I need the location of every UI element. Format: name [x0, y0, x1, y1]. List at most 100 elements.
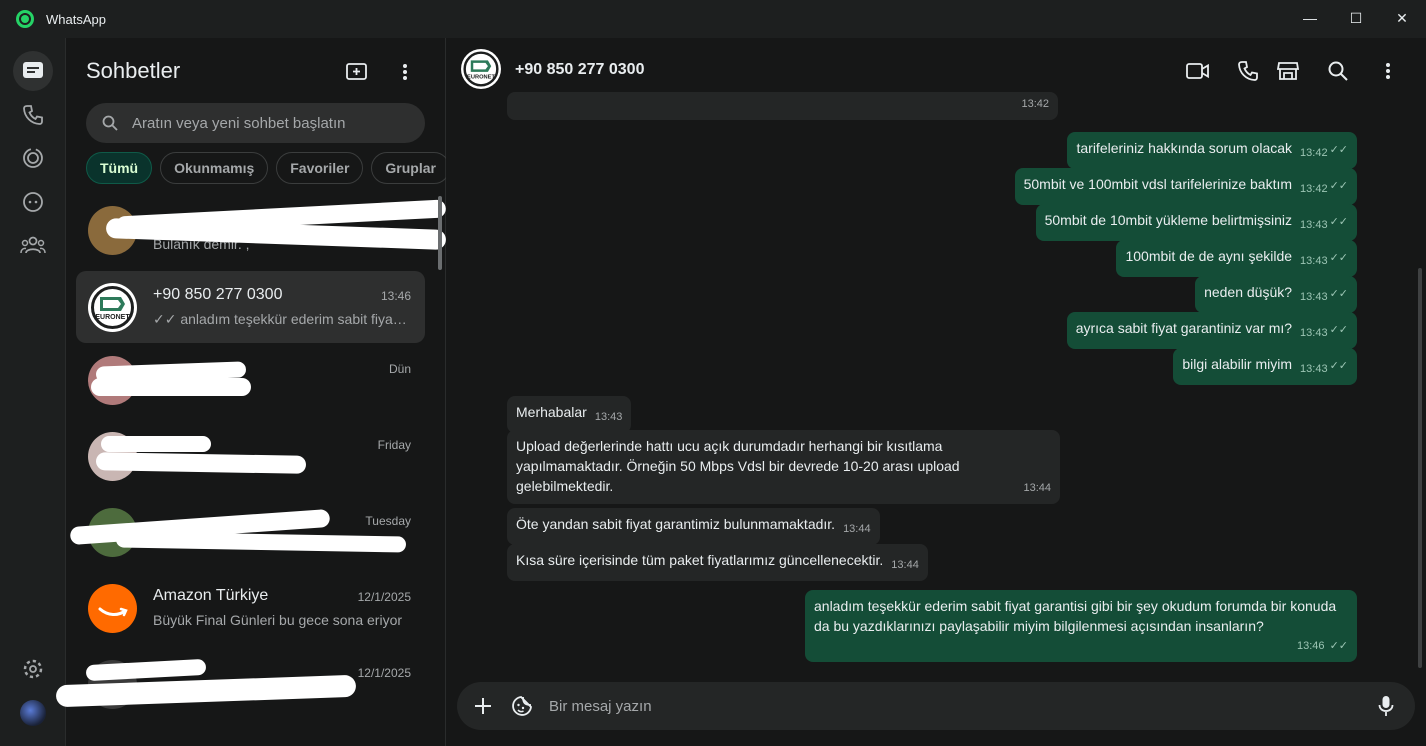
read-ticks-icon: ✓✓ [1329, 360, 1348, 372]
read-ticks-icon: ✓✓ [1329, 144, 1348, 156]
chat-time: Friday [377, 438, 411, 452]
redaction-mark [101, 436, 211, 452]
chat-name: Amazon Türkiye [153, 587, 269, 604]
chat-time: Dün [388, 362, 411, 376]
conversation-menu-icon[interactable] [1375, 58, 1401, 84]
message-time-block: 13:46 ✓✓ [1297, 636, 1348, 656]
chat-name: +90 850 277 0300 [153, 286, 283, 303]
filter-all[interactable]: Tümü [86, 152, 153, 184]
message-text: tarifeleriniz hakkında sorum olacak [1076, 140, 1293, 156]
conversation-panel: EURONET +90 850 277 0300 13:42 tarifeler… [446, 38, 1426, 746]
message-text: Merhabalar [516, 404, 587, 420]
message-text: anladım teşekkür ederim sabit fiyat gara… [814, 598, 1337, 634]
microphone-icon[interactable] [1374, 694, 1398, 718]
message-bubble-out[interactable]: neden düşük? 13:43 ✓✓ [1195, 276, 1357, 313]
whatsapp-logo-icon [16, 10, 34, 28]
filter-favorites[interactable]: Favoriler [276, 152, 364, 184]
read-ticks-icon: ✓✓ [1329, 288, 1348, 300]
close-button[interactable]: ✕ [1382, 4, 1422, 32]
message-text: Öte yandan sabit fiyat garantimiz bulunm… [516, 516, 836, 532]
chat-time: 13:46 [380, 289, 411, 303]
read-ticks-icon: ✓✓ [1329, 324, 1348, 336]
contact-name[interactable]: +90 850 277 0300 [515, 61, 644, 79]
status-icon[interactable] [13, 138, 53, 178]
minimize-button[interactable]: — [1290, 4, 1330, 32]
chat-item[interactable]: Dün [76, 344, 425, 416]
chat-item[interactable]: Tuesday [69, 496, 425, 568]
message-time: 13:42 [1300, 183, 1328, 195]
catalog-store-icon[interactable] [1275, 58, 1301, 84]
chats-icon[interactable] [13, 51, 53, 91]
message-bubble-in[interactable]: 13:42 [507, 92, 1058, 120]
message-bubble-out[interactable]: 50mbit ve 100mbit vdsl tarifelerinize ba… [1014, 168, 1357, 205]
message-text: bilgi alabilir miyim [1182, 356, 1293, 372]
message-bubble-in[interactable]: Öte yandan sabit fiyat garantimiz bulunm… [507, 508, 880, 545]
channels-icon[interactable] [13, 182, 53, 222]
message-time: 13:44 [1023, 482, 1051, 494]
message-bubble-in[interactable]: Kısa süre içerisinde tüm paket fiyatları… [507, 544, 928, 581]
message-bubble-out[interactable]: bilgi alabilir miyim 13:43 ✓✓ [1173, 348, 1357, 385]
attach-plus-icon[interactable] [471, 694, 495, 718]
chat-time: 12/1/2025 [357, 666, 411, 680]
search-chat-icon[interactable] [1325, 58, 1351, 84]
sticker-emoji-icon[interactable] [510, 694, 534, 718]
read-ticks-icon: ✓✓ [1329, 252, 1348, 264]
chat-item-euronet[interactable]: EURONET +90 850 277 0300 13:46 ✓✓ anladı… [76, 271, 425, 343]
filter-unread[interactable]: Okunmamış [160, 152, 269, 184]
message-text: 50mbit de 10mbit yükleme belirtmişsiniz [1044, 212, 1293, 228]
search-input[interactable] [132, 103, 412, 143]
menu-icon[interactable] [391, 58, 419, 86]
voice-call-icon[interactable] [1235, 58, 1261, 84]
message-text: 50mbit ve 100mbit vdsl tarifelerinize ba… [1023, 176, 1293, 192]
settings-icon[interactable] [13, 649, 53, 689]
message-time: 13:43 [1300, 327, 1328, 339]
chat-time: 12/1/2025 [357, 590, 411, 604]
message-input[interactable] [549, 682, 1339, 730]
message-bubble-out[interactable]: 50mbit de 10mbit yükleme belirtmişsiniz 1… [1035, 204, 1357, 241]
message-time: 13:44 [843, 523, 871, 535]
message-text: neden düşük? [1204, 284, 1293, 300]
message-bubble-out[interactable]: ayrıca sabit fiyat garantiniz var mı? 13:… [1066, 312, 1357, 349]
read-ticks-icon: ✓✓ [1329, 180, 1348, 192]
message-time: 13:43 [1300, 291, 1328, 303]
filter-groups[interactable]: Gruplar [371, 152, 450, 184]
new-chat-icon[interactable] [343, 58, 371, 86]
profile-avatar[interactable] [13, 693, 53, 733]
video-call-icon[interactable] [1185, 58, 1211, 84]
message-bubble-out[interactable]: 100mbit de de aynı şekilde 13:43 ✓✓ [1116, 240, 1357, 277]
chat-item-amazon[interactable]: Amazon Türkiye 12/1/2025 Büyük Final Gün… [76, 572, 425, 644]
message-bubble-out[interactable]: anladım teşekkür ederim sabit fiyat gara… [805, 590, 1357, 662]
message-time: 13:42 [1021, 98, 1049, 110]
message-bubble-in[interactable]: Merhabalar 13:43 [507, 396, 632, 433]
navigation-rail [0, 38, 66, 746]
message-text: ayrıca sabit fiyat garantiniz var mı? [1075, 320, 1293, 336]
filter-chips: Tümü Okunmamış Favoriler Gruplar [86, 152, 450, 184]
redaction-mark [115, 531, 407, 553]
message-time: 13:43 [1300, 255, 1328, 267]
communities-icon[interactable] [13, 225, 53, 265]
message-bubble-in[interactable]: Upload değerlerinde hattı ucu açık durum… [507, 430, 1060, 504]
message-time: 13:42 [1300, 147, 1328, 159]
message-text: 100mbit de de aynı şekilde [1125, 248, 1293, 264]
chat-list-panel: Sohbetler Tümü Okunmamış Favoriler Grupl… [55, 38, 450, 746]
calls-icon[interactable] [13, 95, 53, 135]
chat-list-scrollbar[interactable] [438, 196, 442, 270]
message-bubble-out[interactable]: tarifeleriniz hakkında sorum olacak 13:42… [1067, 132, 1357, 169]
message-time: 13:46 [1296, 640, 1325, 652]
search-icon [102, 115, 118, 136]
chat-item[interactable]: Friday [76, 420, 425, 492]
message-time: 13:44 [891, 559, 919, 571]
message-composer [457, 682, 1415, 730]
chat-item[interactable]: 12/1/2025 [55, 648, 425, 720]
chat-preview: ✓✓ anladım teşekkür ederim sabit fiyat g… [153, 311, 408, 327]
chat-item[interactable]: Bulanık demir. ; [76, 198, 447, 270]
read-ticks-icon: ✓✓ [1329, 640, 1348, 652]
maximize-button[interactable]: ☐ [1336, 4, 1376, 32]
conversation-scrollbar[interactable] [1418, 268, 1422, 668]
euronet-avatar: EURONET [88, 283, 137, 332]
read-ticks-icon: ✓✓ [1329, 216, 1348, 228]
contact-avatar[interactable]: EURONET [461, 49, 501, 89]
message-time: 13:43 [1300, 219, 1328, 231]
search-box [86, 103, 425, 143]
message-text: Upload değerlerinde hattı ucu açık durum… [516, 438, 960, 494]
